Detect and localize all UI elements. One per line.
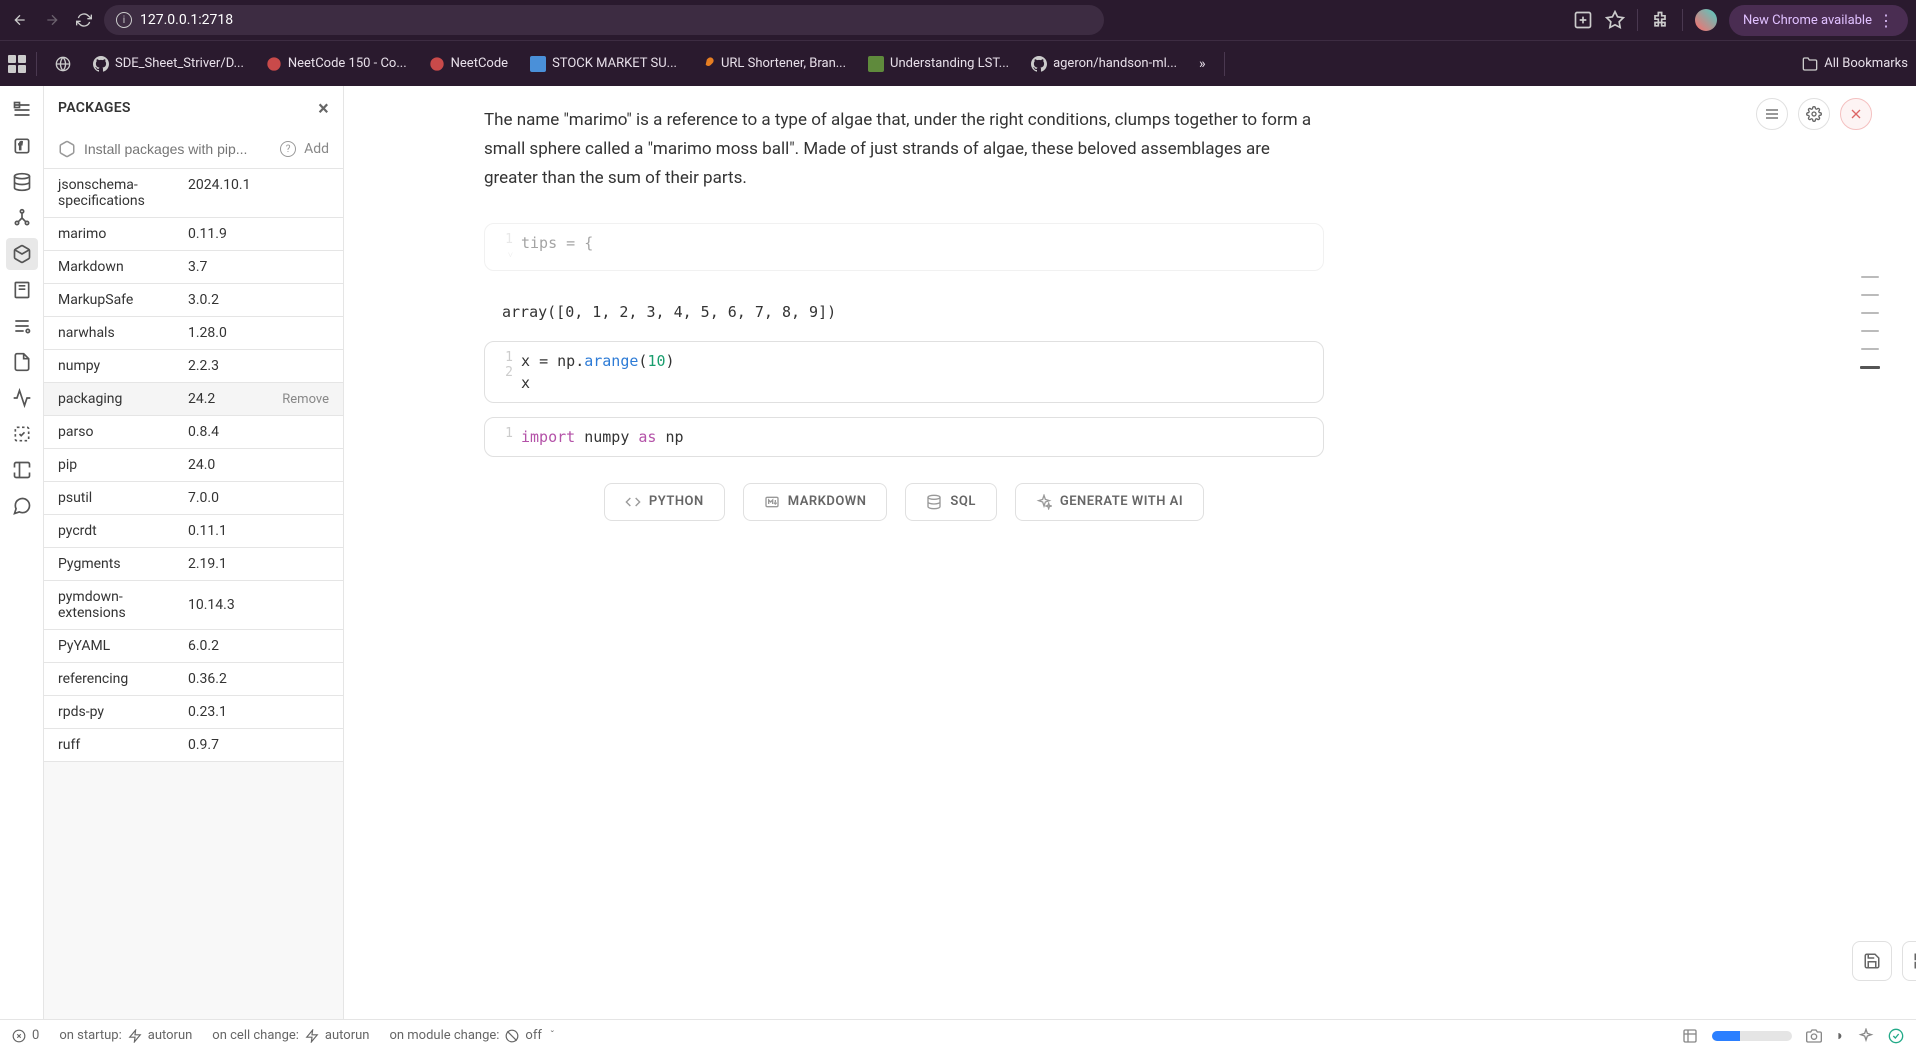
bookmark-item[interactable]: SDE_Sheet_Striver/D...: [85, 52, 252, 76]
status-cell-change[interactable]: on cell change: autorun: [212, 1028, 369, 1043]
back-button[interactable]: [8, 8, 32, 32]
pkg-row[interactable]: referencing 0.36.2: [44, 663, 343, 696]
help-icon[interactable]: ?: [280, 141, 296, 157]
bookmark-item[interactable]: NeetCode 150 - Co...: [258, 52, 415, 76]
left-rail: f: [0, 86, 44, 1051]
rail-file-icon[interactable]: [6, 346, 38, 378]
status-errors[interactable]: 0: [12, 1028, 39, 1043]
pkg-row[interactable]: Markdown 3.7: [44, 251, 343, 284]
pkg-row-numpy[interactable]: numpy 2.2.3: [44, 350, 343, 383]
code-cell-arange[interactable]: 1 2 x = np.arange(10) x: [484, 341, 1324, 403]
pkg-row-packaging[interactable]: packaging 24.2 Remove: [44, 383, 343, 416]
add-sql-button[interactable]: SQL: [905, 483, 996, 521]
rail-database-icon[interactable]: [6, 166, 38, 198]
pkg-row[interactable]: psutil 7.0.0: [44, 482, 343, 515]
bookmark-globe[interactable]: [47, 52, 79, 76]
prose-text: The name "marimo" is a reference to a ty…: [484, 106, 1324, 193]
mini-mark-active[interactable]: [1860, 366, 1880, 369]
status-ai-icon[interactable]: [1858, 1028, 1874, 1044]
rail-chat-icon[interactable]: [6, 490, 38, 522]
shutdown-button[interactable]: [1840, 98, 1872, 130]
status-connection-icon: ◗: [1836, 1027, 1844, 1044]
layout-button[interactable]: [1902, 941, 1916, 981]
browser-chrome: i 127.0.0.1:2718 New Chrome available ⋮: [0, 0, 1916, 40]
pkg-row[interactable]: MarkupSafe 3.0.2: [44, 284, 343, 317]
bookmark-item[interactable]: NeetCode: [421, 52, 516, 76]
pip-icon: [58, 140, 76, 158]
status-progress: [1712, 1031, 1792, 1041]
rail-packages-icon[interactable]: [6, 238, 38, 270]
add-button[interactable]: Add: [304, 141, 329, 157]
rail-search-icon[interactable]: [6, 310, 38, 342]
install-input[interactable]: [84, 141, 272, 157]
status-module-change[interactable]: on module change: off ˇ: [389, 1028, 554, 1043]
rail-graph-icon[interactable]: [6, 202, 38, 234]
status-check-icon: [1888, 1028, 1904, 1044]
bookmark-bar: SDE_Sheet_Striver/D... NeetCode 150 - Co…: [0, 40, 1916, 86]
rail-scratch-icon[interactable]: [6, 454, 38, 486]
bookmark-item[interactable]: URL Shortener, Bran...: [691, 52, 854, 76]
forward-button[interactable]: [40, 8, 64, 32]
mini-mark[interactable]: [1861, 348, 1879, 350]
bookmark-item[interactable]: ageron/handson-ml...: [1023, 52, 1185, 76]
all-bookmarks[interactable]: All Bookmarks: [1802, 56, 1908, 72]
bookmark-overflow[interactable]: »: [1191, 52, 1214, 76]
code-cell-import[interactable]: 1 import numpy as np: [484, 417, 1324, 457]
reload-button[interactable]: [72, 8, 96, 32]
avatar[interactable]: [1695, 9, 1717, 31]
status-camera-icon[interactable]: [1806, 1028, 1822, 1044]
rail-explorer-icon[interactable]: [6, 94, 38, 126]
settings-button[interactable]: [1798, 98, 1830, 130]
rail-docs-icon[interactable]: [6, 274, 38, 306]
close-panel-button[interactable]: ×: [318, 96, 329, 120]
panel-title: PACKAGES: [58, 100, 131, 116]
info-icon: i: [116, 12, 132, 28]
mini-mark[interactable]: [1861, 294, 1879, 296]
svg-text:f: f: [18, 140, 22, 152]
mini-mark[interactable]: [1861, 330, 1879, 332]
mini-mark[interactable]: [1861, 276, 1879, 278]
url-bar[interactable]: i 127.0.0.1:2718: [104, 5, 1104, 35]
mini-mark[interactable]: [1861, 312, 1879, 314]
apps-icon[interactable]: [8, 55, 26, 73]
pkg-row[interactable]: pip 24.0: [44, 449, 343, 482]
extensions-icon[interactable]: [1650, 10, 1670, 30]
menu-button[interactable]: [1756, 98, 1788, 130]
save-button[interactable]: [1852, 941, 1892, 981]
add-ai-button[interactable]: GENERATE WITH AI: [1015, 483, 1204, 521]
rail-activity-icon[interactable]: [6, 382, 38, 414]
pkg-row[interactable]: pymdown-extensions 10.14.3: [44, 581, 343, 630]
packages-list: ▴ jsonschema-specifications 2024.10.1 ma…: [44, 169, 343, 1051]
bookmark-item[interactable]: STOCK MARKET SU...: [522, 52, 685, 76]
rail-snippets-icon[interactable]: [6, 418, 38, 450]
status-bar: 0 on startup: autorun on cell change: au…: [0, 1019, 1916, 1051]
remove-button[interactable]: Remove: [282, 392, 329, 407]
pkg-row[interactable]: pycrdt 0.11.1: [44, 515, 343, 548]
pkg-row[interactable]: marimo 0.11.9: [44, 218, 343, 251]
main-content: The name "marimo" is a reference to a ty…: [344, 86, 1916, 1051]
add-markdown-button[interactable]: MARKDOWN: [743, 483, 888, 521]
new-chrome-button[interactable]: New Chrome available ⋮: [1729, 5, 1908, 36]
status-table-icon[interactable]: [1682, 1028, 1698, 1044]
code-cell-tips[interactable]: 1 ˅ tips = {: [484, 223, 1324, 271]
star-icon[interactable]: [1605, 10, 1625, 30]
pkg-row[interactable]: rpds-py 0.23.1: [44, 696, 343, 729]
packages-panel: PACKAGES × ? Add ▴ jsonschema-specificat…: [44, 86, 344, 1051]
url-text: 127.0.0.1:2718: [140, 12, 233, 28]
pkg-row[interactable]: Pygments 2.19.1: [44, 548, 343, 581]
output-array: array([0, 1, 2, 3, 4, 5, 6, 7, 8, 9]): [484, 291, 1324, 333]
pkg-row[interactable]: jsonschema-specifications 2024.10.1: [44, 169, 343, 218]
pkg-row[interactable]: parso 0.8.4: [44, 416, 343, 449]
pkg-row[interactable]: ruff 0.9.7: [44, 729, 343, 762]
status-startup[interactable]: on startup: autorun: [59, 1028, 192, 1043]
cell-minimap[interactable]: [1860, 276, 1880, 369]
pkg-row[interactable]: narwhals 1.28.0: [44, 317, 343, 350]
bookmark-item[interactable]: Understanding LST...: [860, 52, 1017, 76]
install-icon[interactable]: [1573, 10, 1593, 30]
pkg-row[interactable]: PyYAML 6.0.2: [44, 630, 343, 663]
add-python-button[interactable]: PYTHON: [604, 483, 725, 521]
rail-variables-icon[interactable]: f: [6, 130, 38, 162]
